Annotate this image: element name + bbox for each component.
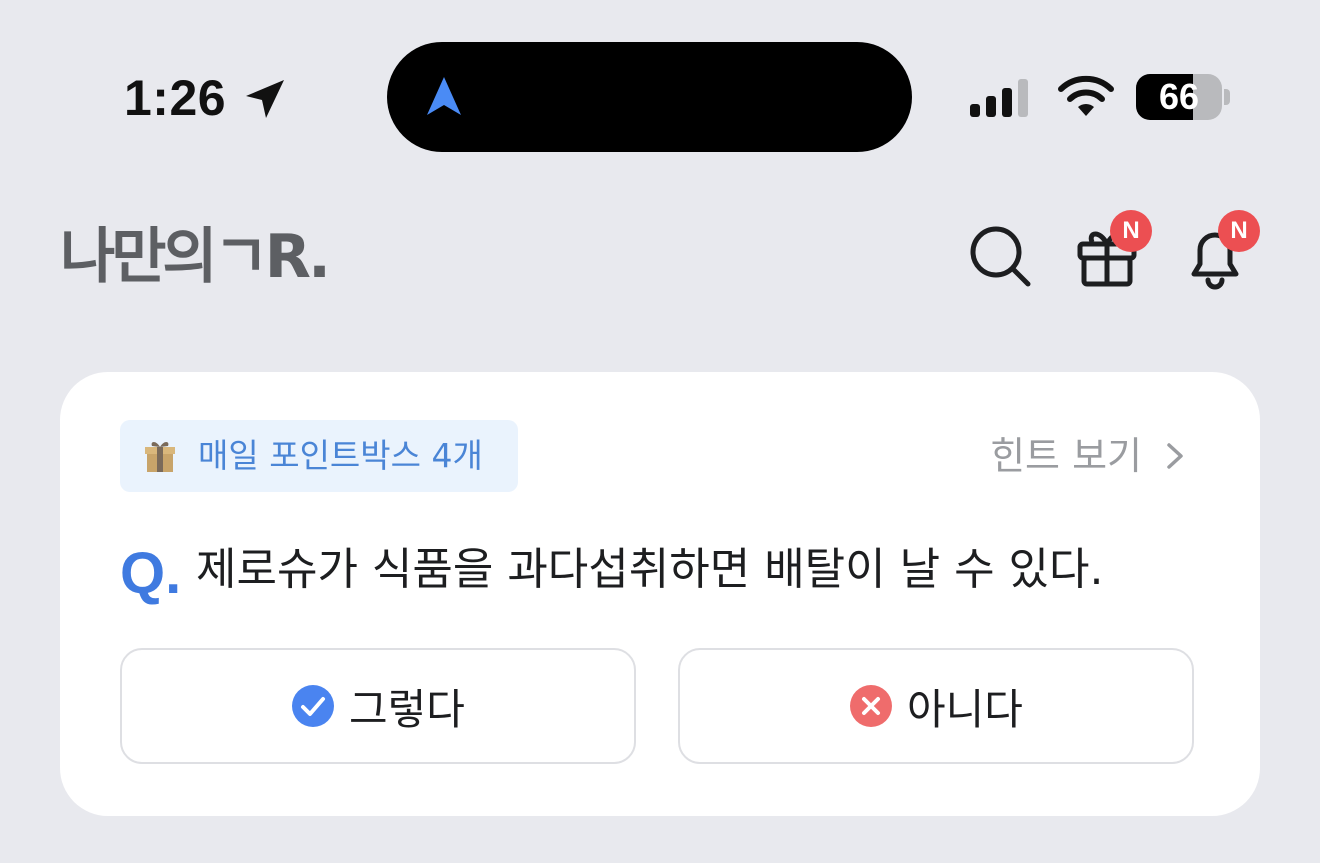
status-time: 1:26 xyxy=(124,70,227,126)
navigation-arrow-icon xyxy=(427,77,461,115)
question-prefix: Q. xyxy=(120,541,182,606)
answer-yes-button[interactable]: 그렇다 xyxy=(120,648,636,764)
battery-level: 66 xyxy=(1158,76,1200,117)
search-icon xyxy=(970,226,1031,287)
wifi-icon xyxy=(1058,75,1114,116)
question-text: 제로슈가 식품을 과다섭취하면 배탈이 날 수 있다. xyxy=(196,544,1104,595)
point-chip-label: 매일 포인트박스 4개 xyxy=(198,436,483,475)
answer-yes-label: 그렇다 xyxy=(349,684,465,734)
status-bar: 1:26 66 xyxy=(0,0,1320,160)
answer-no-button[interactable]: 아니다 xyxy=(678,648,1194,764)
quiz-card: 매일 포인트박스 4개 힌트 보기 Q. 제로슈가 식품을 과다섭취하면 배탈이… xyxy=(60,372,1260,816)
search-button[interactable] xyxy=(966,222,1036,292)
dynamic-island xyxy=(387,42,912,152)
answer-no-label: 아니다 xyxy=(907,684,1023,734)
battery-indicator: 66 xyxy=(1136,74,1222,120)
chevron-right-icon[interactable] xyxy=(1162,440,1188,472)
check-circle-icon xyxy=(292,685,335,727)
battery-cap xyxy=(1224,89,1230,105)
hint-link[interactable]: 힌트 보기 xyxy=(990,430,1142,482)
app-logo[interactable]: 나만의ㄱR. xyxy=(60,226,331,288)
location-arrow-icon xyxy=(246,80,284,118)
x-circle-icon xyxy=(850,685,893,727)
notification-new-badge: N xyxy=(1218,210,1260,252)
cellular-signal-icon xyxy=(970,79,1028,117)
daily-point-box-chip[interactable]: 매일 포인트박스 4개 xyxy=(120,420,518,492)
gift-box-icon xyxy=(145,442,175,472)
gift-new-badge: N xyxy=(1110,210,1152,252)
